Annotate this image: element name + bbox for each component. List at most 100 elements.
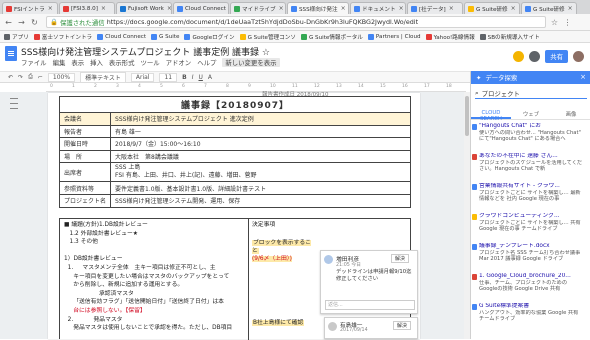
star-icon[interactable]: ☆ [550, 18, 559, 27]
resolve-button[interactable]: 解決 [393, 321, 411, 330]
undo-icon[interactable]: ↶ [8, 74, 13, 81]
explore-result[interactable]: 営業情報共有サイト - クラウ...プロジェクトごとに サイトを構築し... 最… [479, 183, 585, 203]
comment-card[interactable]: 有島雄一 2017/09/14 解決 [324, 317, 418, 339]
outline-icon[interactable] [10, 98, 20, 109]
menu-item[interactable]: ファイル [21, 58, 47, 67]
tab-close-icon[interactable]: × [568, 5, 573, 12]
browser-tab[interactable]: FSIイントラ× [2, 2, 58, 14]
tab-close-icon[interactable]: × [101, 5, 106, 12]
url-input[interactable]: 🔒 保護された通信 https://docs.google.com/docume… [46, 16, 546, 28]
toolbar-control[interactable]: B [182, 74, 187, 81]
comment-card[interactable]: 増田利彦 21:05 今日 解決 デッドラインは申請月報9/10迄修正してくださ… [320, 250, 418, 314]
tab-close-icon[interactable]: × [449, 5, 454, 12]
browser-tab[interactable]: マイドライブ× [230, 2, 286, 14]
result-title[interactable]: あなたの不在中に 遠藤 さん... [479, 153, 585, 160]
row-value[interactable]: SSS 上島 FSI 有島、上田、井口、井上(記)、遠藤、増田、菅野 [111, 163, 411, 182]
reply-input[interactable]: 返信... [325, 300, 415, 310]
reload-icon[interactable]: ↻ [30, 18, 39, 27]
explore-tab[interactable]: CLOUD SEARCH [471, 108, 511, 119]
toolbar-control[interactable]: I [192, 74, 194, 81]
collaborator-avatar[interactable] [513, 51, 524, 62]
explore-result[interactable]: あなたの不在中に 遠藤 さん...プロジェクトのスケジュールを活用してください。… [479, 153, 585, 173]
menu-item[interactable]: ヘルプ [197, 58, 216, 67]
row-value[interactable]: SSS様向け発注管理システム開発、運用、保存 [111, 194, 411, 207]
decisions-column[interactable]: 決定事項 ブロックを表示すること (9/6〆（上田）) B社上島様にて確認 [252, 221, 312, 327]
share-button[interactable]: 共有 [545, 50, 568, 63]
browser-tab[interactable]: SSS様向け発注× [287, 2, 349, 14]
menu-item[interactable]: アドオン [166, 58, 192, 67]
browser-tab[interactable]: Fujisoft Work× [116, 2, 172, 14]
row-value[interactable]: 要件定義書1.0版、基本設計書1.0版、詳細設計書テスト [111, 182, 411, 195]
resolve-button[interactable]: 解決 [391, 254, 409, 263]
bookmark-item[interactable]: 富士ソフトイントラ [34, 33, 92, 41]
row-value[interactable]: SSS様向け発注管理システムプロジェクト 進次定例 [111, 113, 411, 126]
toolbar-control[interactable]: 11 [159, 73, 177, 82]
tab-label: [社データ] [419, 5, 446, 13]
tab-close-icon[interactable]: × [341, 5, 346, 12]
menu-item[interactable]: 表示 [71, 58, 84, 67]
result-title[interactable]: クラウドコンピューティング... [479, 213, 585, 220]
docs-icon[interactable] [5, 46, 17, 61]
menu-item[interactable]: ツール [140, 58, 159, 67]
result-title[interactable]: 営業情報共有サイト - クラウ... [479, 183, 585, 190]
print-icon[interactable]: ⎙ [28, 73, 33, 81]
explore-result[interactable]: 議事録_テンプレート.docxプロジェクト名 SSS チーム打ち合わせ議事 Ma… [479, 243, 585, 263]
redo-icon[interactable]: ↷ [18, 74, 23, 81]
row-value[interactable]: 2018/9/7（金）15:00〜16:10 [111, 138, 411, 151]
bookmark-item[interactable]: Googleログイン [184, 33, 234, 41]
menu-item[interactable]: 表示形式 [109, 58, 135, 67]
ruler-tick: 1 [72, 84, 75, 89]
toolbar-control[interactable]: 標準テキスト [80, 72, 126, 83]
menu-icon[interactable]: ⋮ [563, 18, 572, 27]
bookmark-item[interactable]: Partners | Cloud [368, 34, 421, 40]
bookmark-item[interactable]: Yahoo!路線情報 [426, 33, 475, 41]
toolbar-control[interactable]: A [208, 74, 212, 81]
bookmark-item[interactable]: SBの新規導入サイト [480, 33, 540, 41]
agenda-text[interactable]: ■ 議題(方針)1.DB設計レビュー 1.2 外部設計書レビュー★ 1.3 その… [64, 221, 232, 333]
explore-search-input[interactable]: ⌕ プロジェクト [475, 88, 587, 99]
explore-result[interactable]: "Hangouts Chat" にお使い方への問い合わせ... "Hangout… [479, 123, 585, 143]
doc-title[interactable]: SSS様向け発注管理システムプロジェクト 議事定例 議事録 ☆ [21, 45, 270, 58]
explore-result[interactable]: G Suite標準提案書ハングアウト、効率的な協業 Google 共有 チームド… [479, 303, 585, 323]
bookmark-item[interactable]: G Suite管理コンソ [240, 33, 296, 41]
explore-result[interactable]: クラウドコンピューティング...プロジェクトごとに サイトを構築し... 共有G… [479, 213, 585, 233]
account-avatar[interactable] [573, 51, 584, 62]
tab-close-icon[interactable]: × [511, 5, 516, 12]
toolbar-control[interactable]: U [198, 74, 202, 81]
toolbar-control[interactable]: 100% [48, 73, 75, 82]
browser-tab[interactable]: [FSI3.8.0]× [59, 2, 115, 14]
row-value[interactable]: 有島 雄一 [111, 125, 411, 138]
browser-tab[interactable]: ドキュメント× [350, 2, 406, 14]
toolbar-control[interactable]: Arial [131, 73, 155, 82]
explore-result[interactable]: 1. Google_Cloud_brochure_20...仕事、チーム、プロジ… [479, 273, 585, 293]
tab-close-icon[interactable]: × [399, 5, 404, 12]
comments-icon[interactable] [529, 51, 540, 62]
browser-tab[interactable]: G Suite研修× [521, 2, 577, 14]
paint-format-icon[interactable]: ⌐ [38, 74, 43, 81]
bookmark-item[interactable]: アプリ [4, 33, 29, 41]
result-title[interactable]: G Suite標準提案書 [479, 303, 585, 310]
minutes-title: 議事録【20180907】 [60, 97, 411, 113]
explore-tab[interactable]: 画像 [551, 108, 590, 119]
menu-item[interactable]: 挿入 [90, 58, 103, 67]
browser-tab[interactable]: G Suite研修× [464, 2, 520, 14]
back-icon[interactable]: ← [4, 18, 13, 27]
close-icon[interactable]: × [580, 73, 586, 81]
bookmark-item[interactable]: G Suite [151, 34, 179, 40]
browser-tab[interactable]: [社データ]× [407, 2, 463, 14]
result-title[interactable]: 1. Google_Cloud_brochure_20... [479, 273, 585, 280]
menu-item[interactable]: 編集 [53, 58, 66, 67]
result-title[interactable]: 議事録_テンプレート.docx [479, 243, 585, 250]
row-value[interactable]: 大阪本社 第8講会議議 [111, 150, 411, 163]
browser-tab[interactable]: Cloud Connect× [173, 2, 229, 14]
tab-close-icon[interactable]: × [48, 5, 53, 12]
bookmark-item[interactable]: Cloud Connect [97, 34, 146, 40]
explore-tab[interactable]: ウェブ [511, 108, 551, 119]
bookmark-item[interactable]: G Suite情報ポータル [301, 33, 363, 41]
comment-text: デッドラインは申請月報9/10迄修正してください [336, 269, 416, 283]
forward-icon[interactable]: → [17, 18, 26, 27]
result-title[interactable]: "Hangouts Chat" にお [479, 123, 585, 130]
last-edit-link[interactable]: 新しい変更を表示 [222, 58, 279, 67]
tab-close-icon[interactable]: × [167, 5, 172, 12]
tab-close-icon[interactable]: × [279, 5, 284, 12]
